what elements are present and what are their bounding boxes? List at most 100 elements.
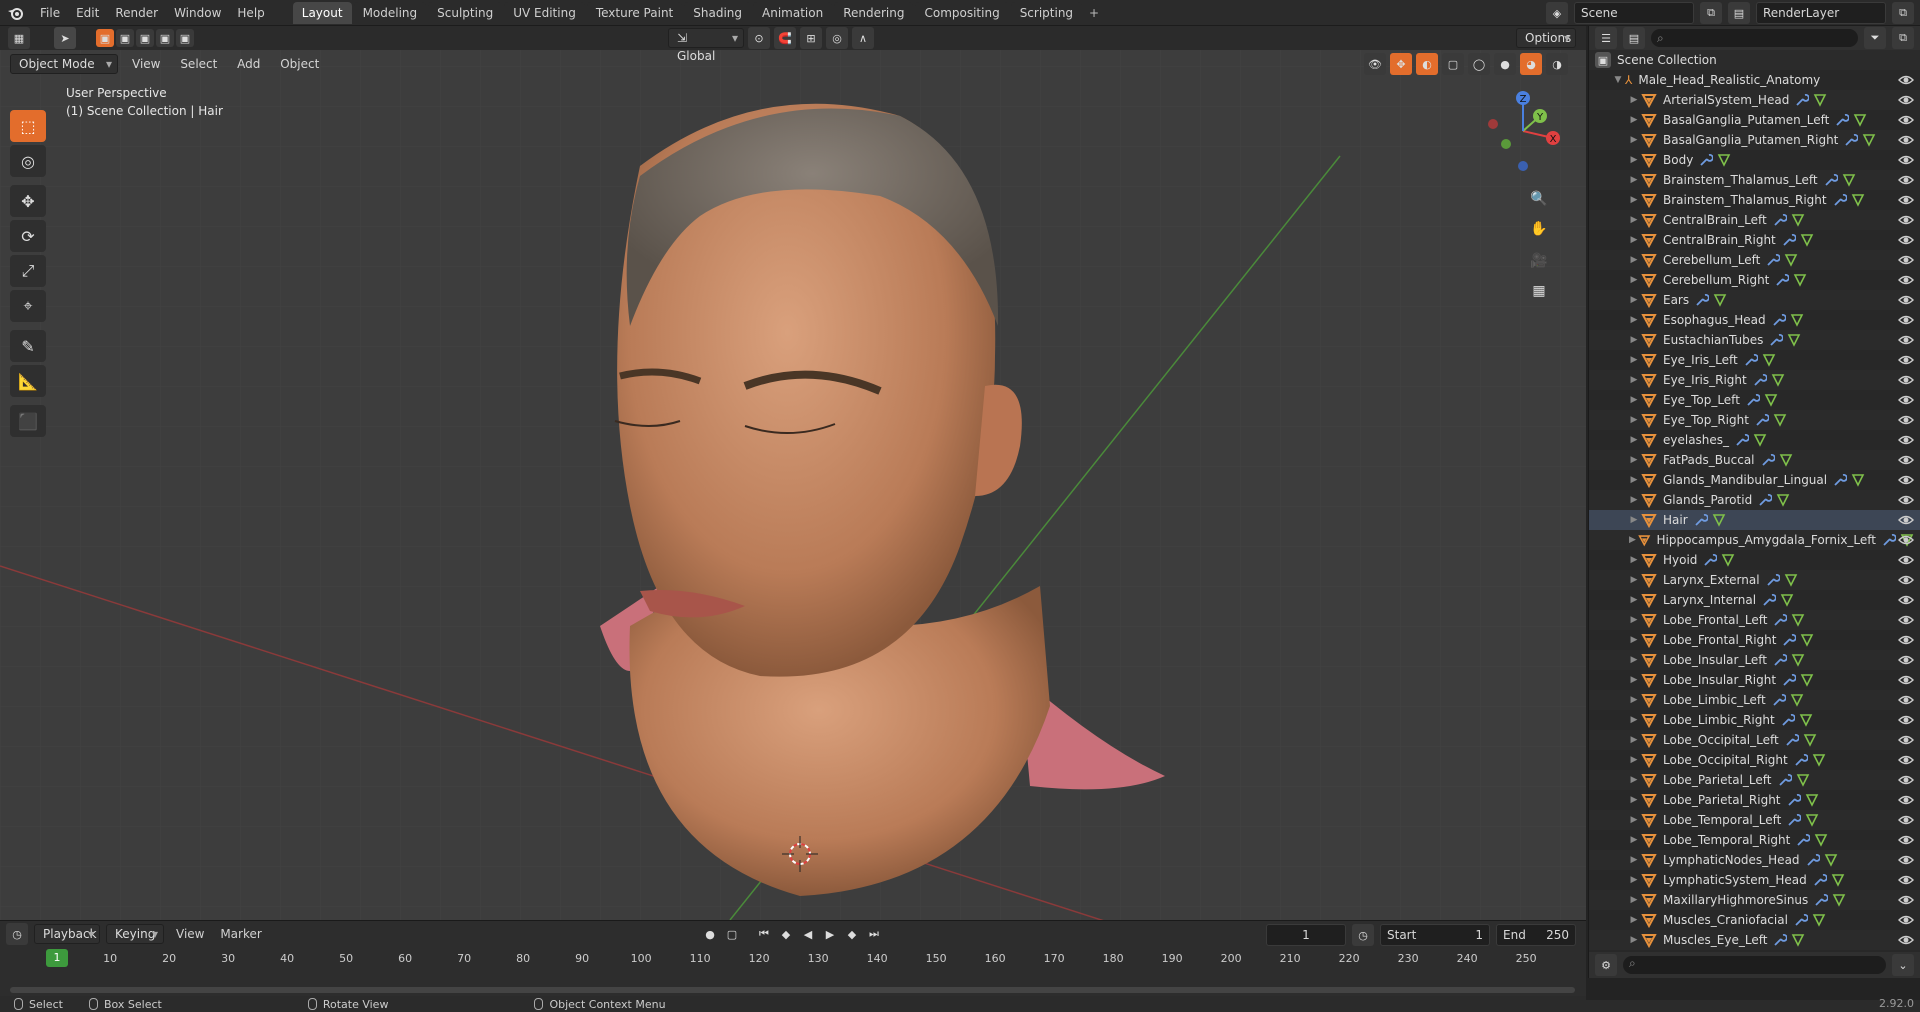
- mesh-data-icon[interactable]: [1799, 713, 1813, 727]
- expand-arrow-icon[interactable]: ▶: [1627, 415, 1641, 425]
- modifier-wrench-icon[interactable]: [1824, 173, 1838, 187]
- viewport-menu-view[interactable]: View: [124, 57, 168, 71]
- expand-arrow-icon[interactable]: ▶: [1627, 275, 1641, 285]
- eye-icon[interactable]: [1898, 672, 1914, 688]
- outliner-object-row[interactable]: ▶ Eye_Top_Left: [1589, 390, 1920, 410]
- display-mode-icon[interactable]: ▤: [1623, 27, 1645, 49]
- expand-arrow-icon[interactable]: ▶: [1627, 815, 1641, 825]
- expand-arrow-icon[interactable]: ▶: [1627, 535, 1638, 545]
- start-frame-field[interactable]: Start 1: [1380, 924, 1490, 946]
- timeline-scrollbar[interactable]: [10, 987, 1575, 993]
- measure-tool-icon[interactable]: 📐: [10, 365, 46, 397]
- modifier-wrench-icon[interactable]: [1781, 713, 1795, 727]
- modifier-wrench-icon[interactable]: [1794, 753, 1808, 767]
- expand-arrow-icon[interactable]: ▶: [1627, 175, 1641, 185]
- eye-icon[interactable]: [1898, 732, 1914, 748]
- modifier-wrench-icon[interactable]: [1795, 93, 1810, 107]
- mesh-data-icon[interactable]: [1791, 653, 1805, 667]
- modifier-wrench-icon[interactable]: [1753, 373, 1767, 387]
- modifier-wrench-icon[interactable]: [1746, 393, 1760, 407]
- eye-icon[interactable]: [1898, 632, 1914, 648]
- current-frame-marker[interactable]: 1: [46, 949, 68, 967]
- expand-arrow-icon[interactable]: ▶: [1627, 235, 1641, 245]
- outliner-object-row[interactable]: ▶ Muscles_Craniofacial: [1589, 910, 1920, 930]
- modifier-wrench-icon[interactable]: [1773, 933, 1788, 947]
- modifier-wrench-icon[interactable]: [1758, 493, 1773, 507]
- eye-icon[interactable]: [1898, 812, 1914, 828]
- modifier-wrench-icon[interactable]: [1773, 213, 1787, 227]
- snap-icon[interactable]: 🧲: [774, 27, 796, 49]
- expand-arrow-icon[interactable]: ▶: [1627, 675, 1641, 685]
- expand-arrow-icon[interactable]: ▶: [1627, 255, 1641, 265]
- expand-arrow-icon[interactable]: ▶: [1627, 635, 1641, 645]
- eye-icon[interactable]: [1898, 392, 1914, 408]
- expand-arrow-icon[interactable]: ▶: [1627, 115, 1641, 125]
- viewport-menu-select[interactable]: Select: [172, 57, 225, 71]
- view-layer-icon[interactable]: ▤: [1728, 2, 1750, 24]
- modifier-wrench-icon[interactable]: [1761, 453, 1775, 467]
- properties-options-icon[interactable]: ⌄: [1892, 954, 1914, 976]
- mesh-data-icon[interactable]: [1814, 833, 1828, 847]
- outliner-object-row[interactable]: ▶ Eye_Top_Right: [1589, 410, 1920, 430]
- select-subtract-icon[interactable]: ▣: [136, 29, 154, 47]
- scene-icon[interactable]: ◈: [1546, 2, 1568, 24]
- expand-arrow-icon[interactable]: ▶: [1627, 335, 1641, 345]
- modifier-wrench-icon[interactable]: [1787, 793, 1801, 807]
- view-layer-field[interactable]: RenderLayer: [1756, 2, 1886, 24]
- expand-arrow-icon[interactable]: ▶: [1627, 935, 1641, 945]
- tab-rendering[interactable]: Rendering: [834, 1, 914, 24]
- outliner-object-row[interactable]: ▶ Lobe_Occipital_Left: [1589, 730, 1920, 750]
- expand-arrow-icon[interactable]: ▶: [1627, 795, 1641, 805]
- outliner-object-row[interactable]: ▶ Esophagus_Head: [1589, 310, 1920, 330]
- modifier-wrench-icon[interactable]: [1744, 353, 1758, 367]
- expand-arrow-icon[interactable]: ▶: [1627, 375, 1641, 385]
- camera-view-icon[interactable]: 🎥: [1524, 248, 1554, 274]
- eye-icon[interactable]: [1898, 912, 1914, 928]
- snap-target-icon[interactable]: ⊞: [800, 27, 822, 49]
- add-workspace-button[interactable]: +: [1084, 2, 1104, 24]
- zoom-icon[interactable]: 🔍: [1524, 186, 1554, 212]
- modifier-wrench-icon[interactable]: [1794, 913, 1808, 927]
- expand-arrow-icon[interactable]: ▼: [1611, 75, 1625, 85]
- eye-icon[interactable]: [1898, 752, 1914, 768]
- expand-arrow-icon[interactable]: ▶: [1627, 575, 1641, 585]
- next-keyframe-icon[interactable]: ◆: [842, 924, 862, 944]
- modifier-wrench-icon[interactable]: [1772, 313, 1786, 327]
- mesh-data-icon[interactable]: [1793, 273, 1807, 287]
- playback-dropdown[interactable]: Playback: [34, 924, 100, 944]
- mesh-data-icon[interactable]: [1712, 513, 1726, 527]
- modifier-wrench-icon[interactable]: [1796, 833, 1811, 847]
- mesh-data-icon[interactable]: [1851, 473, 1865, 487]
- eye-icon[interactable]: [1898, 312, 1914, 328]
- new-scene-icon[interactable]: ⧉: [1700, 2, 1722, 24]
- mesh-data-icon[interactable]: [1773, 413, 1787, 427]
- mode-dropdown[interactable]: Object Mode: [10, 54, 118, 74]
- modifier-wrench-icon[interactable]: [1882, 533, 1896, 547]
- eye-icon[interactable]: [1898, 372, 1914, 388]
- expand-arrow-icon[interactable]: ▶: [1627, 295, 1641, 305]
- modifier-wrench-icon[interactable]: [1813, 873, 1827, 887]
- modifier-wrench-icon[interactable]: [1766, 253, 1781, 267]
- add-cube-tool-icon[interactable]: ⬛: [10, 405, 46, 437]
- pan-hand-icon[interactable]: ✋: [1524, 216, 1554, 242]
- modifier-wrench-icon[interactable]: [1766, 573, 1780, 587]
- annotate-tool-icon[interactable]: ✎: [10, 330, 46, 362]
- select-extend-icon[interactable]: ▣: [116, 29, 134, 47]
- outliner-object-row[interactable]: ▶ ArterialSystem_Head: [1589, 90, 1920, 110]
- frame-ruler[interactable]: 1102030405060708090100110120130140150160…: [0, 949, 1586, 971]
- outliner-object-row[interactable]: ▶ Larynx_External: [1589, 570, 1920, 590]
- mesh-data-icon[interactable]: [1824, 853, 1838, 867]
- outliner-object-row[interactable]: ▶ LymphaticNodes_Head: [1589, 850, 1920, 870]
- expand-arrow-icon[interactable]: ▶: [1627, 735, 1641, 745]
- select-intersect-icon[interactable]: ▣: [176, 29, 194, 47]
- menu-file[interactable]: File: [32, 0, 68, 26]
- proportional-edit-icon[interactable]: ◎: [826, 27, 848, 49]
- eye-icon[interactable]: [1898, 132, 1914, 148]
- mesh-data-icon[interactable]: [1764, 393, 1778, 407]
- pivot-point-icon[interactable]: ⊙: [748, 27, 770, 49]
- expand-arrow-icon[interactable]: ▶: [1627, 775, 1641, 785]
- modifier-wrench-icon[interactable]: [1787, 813, 1802, 827]
- mesh-data-icon[interactable]: [1803, 733, 1817, 747]
- modifier-wrench-icon[interactable]: [1773, 653, 1788, 667]
- menu-window[interactable]: Window: [166, 0, 229, 26]
